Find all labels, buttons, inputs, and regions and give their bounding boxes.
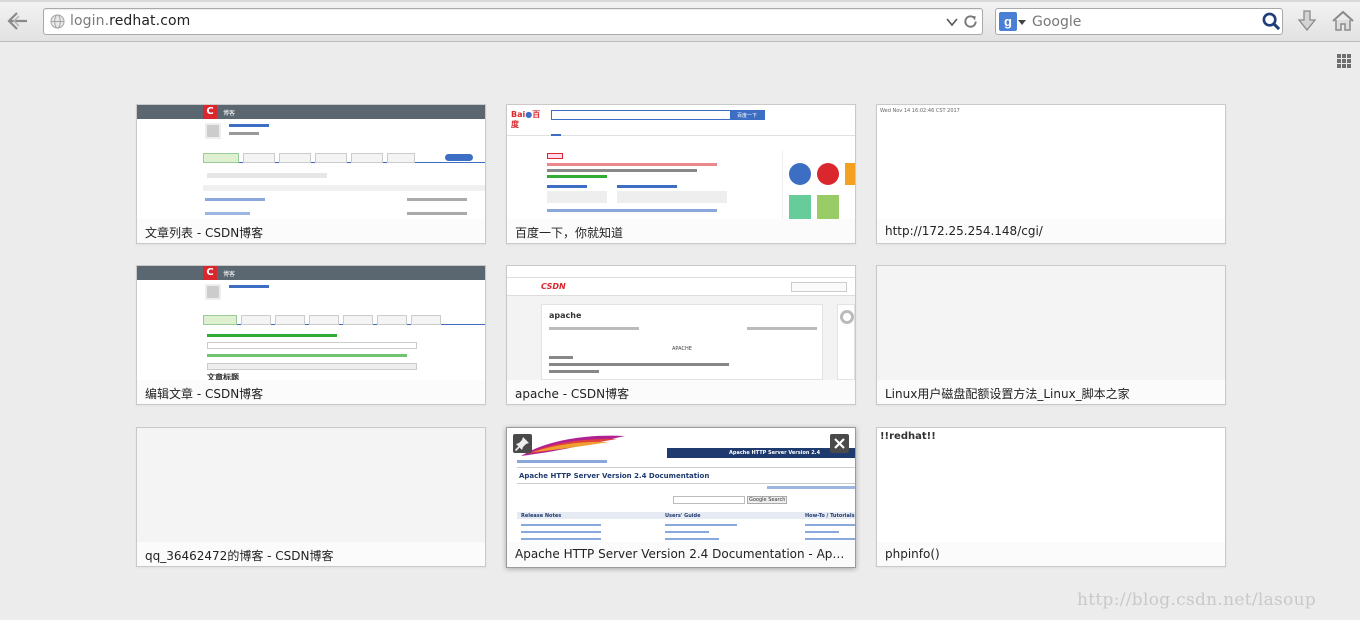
thumb-header: Apache HTTP Server Version 2.4 — [729, 450, 821, 456]
back-arrow-icon — [7, 12, 27, 30]
thumb-big: 文章标题 — [207, 373, 239, 380]
tile-linux-quota[interactable]: Linux用户磁盘配额设置方法_Linux_脚本之家 — [876, 265, 1226, 405]
remove-tile-button[interactable] — [830, 434, 849, 453]
engine-dropdown-icon[interactable] — [1018, 18, 1026, 26]
tile-thumbnail — [877, 266, 1225, 380]
tile-baidu[interactable]: Bai●百度 百度一下 百度一下，你就知道 — [506, 104, 856, 244]
tile-thumbnail — [137, 428, 485, 542]
tile-title: Linux用户磁盘配额设置方法_Linux_脚本之家 — [885, 387, 1130, 401]
url-bar[interactable]: login.redhat.com — [43, 8, 983, 35]
thumb-heading: Apache HTTP Server Version 2.4 Documenta… — [519, 472, 710, 480]
tile-apache-docs[interactable]: Apache HTTP Server Version 2.4 Apache HT… — [506, 427, 856, 568]
pin-icon — [514, 437, 529, 452]
search-icon[interactable] — [1262, 12, 1281, 31]
thumb-body: APACHE — [672, 346, 692, 352]
home-icon[interactable] — [1331, 9, 1355, 33]
tile-title: qq_36462472的博客 - CSDN博客 — [145, 549, 334, 563]
download-icon[interactable] — [1295, 9, 1319, 33]
tile-title: 编辑文章 - CSDN博客 — [145, 387, 264, 401]
tab-strip-line — [0, 0, 1360, 2]
tile-phpinfo[interactable]: !!redhat!! phpinfo() — [876, 427, 1226, 567]
search-input[interactable] — [1032, 13, 1252, 31]
reload-icon[interactable] — [962, 13, 979, 30]
tile-thumbnail: C 博客 — [137, 105, 485, 219]
tile-thumbnail: Apache HTTP Server Version 2.4 Apache HT… — [507, 428, 855, 542]
tile-title: phpinfo() — [885, 547, 940, 561]
apache-feather-icon — [521, 435, 625, 456]
tile-title: http://172.25.254.148/cgi/ — [885, 224, 1043, 238]
thumb-col-3: How-To / Tutorials — [805, 513, 855, 519]
tile-thumbnail: C 博客 文章标题 — [137, 266, 485, 380]
tile-csdn-article-list[interactable]: C 博客 文章列表 - CSDN博客 — [136, 104, 486, 244]
tile-title: apache - CSDN博客 — [515, 387, 630, 401]
watermark: http://blog.csdn.net/lasoup — [1077, 590, 1317, 610]
url-prefix: login. — [70, 13, 110, 29]
browser-toolbar: login.redhat.com g — [0, 0, 1360, 42]
thumb-col-2: Users' Guide — [665, 513, 701, 519]
url-domain: redhat.com — [109, 13, 191, 29]
close-icon — [834, 438, 845, 449]
google-icon[interactable]: g — [999, 12, 1017, 31]
tile-cgi[interactable]: Wed Nov 14 16:02:46 CST 2017 http://172.… — [876, 104, 1226, 244]
thumb-text: Wed Nov 14 16:02:46 CST 2017 — [880, 108, 960, 114]
tile-thumbnail: CSDN apache APACHE — [507, 266, 855, 380]
tile-apache-csdn[interactable]: CSDN apache APACHE apache - CSDN博客 — [506, 265, 856, 405]
thumb-header: 博客 — [223, 271, 236, 278]
thumb-header: 博客 — [223, 110, 236, 117]
tile-title: 百度一下，你就知道 — [515, 226, 624, 240]
back-button[interactable] — [4, 8, 32, 34]
pin-button[interactable] — [513, 434, 532, 453]
thumb-text: !!redhat!! — [880, 431, 936, 442]
globe-icon — [50, 14, 65, 29]
search-bar[interactable]: g — [995, 8, 1283, 35]
tile-thumbnail: !!redhat!! — [877, 428, 1225, 542]
thumb-button: 百度一下 — [737, 113, 758, 119]
thumb-heading: apache — [549, 311, 582, 320]
tile-thumbnail: Wed Nov 14 16:02:46 CST 2017 — [877, 105, 1225, 219]
tile-thumbnail: Bai●百度 百度一下 — [507, 105, 855, 219]
chevron-down-icon[interactable] — [945, 15, 959, 29]
thumb-search-btn: Google Search — [749, 497, 786, 503]
tile-title: 文章列表 - CSDN博客 — [145, 226, 264, 240]
tile-qq-blog[interactable]: qq_36462472的博客 - CSDN博客 — [136, 427, 486, 567]
grid-toggle-icon[interactable] — [1337, 54, 1351, 68]
thumb-col-1: Release Notes — [521, 513, 562, 519]
tile-title: Apache HTTP Server Version 2.4 Documenta… — [515, 547, 849, 561]
tile-csdn-edit-article[interactable]: C 博客 文章标题 编辑文章 - CSDN博客 — [136, 265, 486, 405]
url-text[interactable]: login.redhat.com — [70, 13, 190, 29]
